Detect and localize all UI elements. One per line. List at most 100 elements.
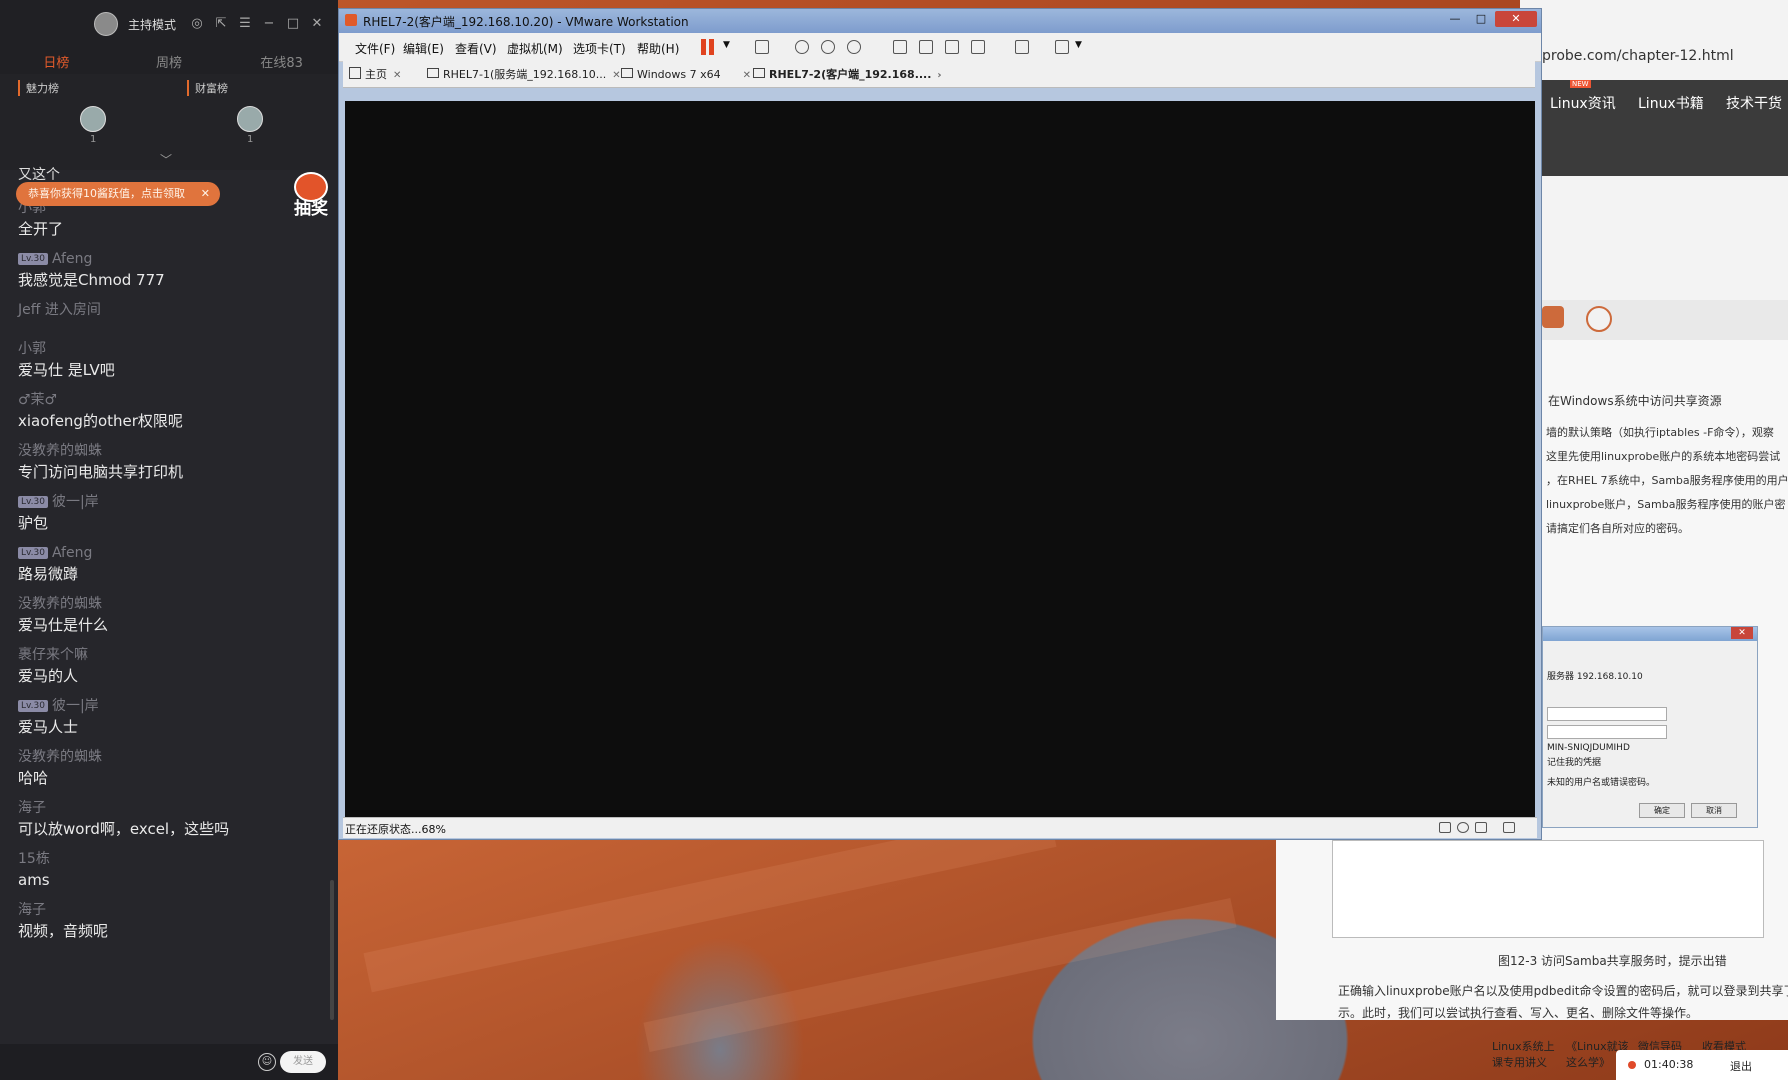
vmware-titlebar[interactable]: RHEL7-2(客户端_192.168.10.20) - VMware Work… (339, 9, 1541, 33)
vmware-app-icon (345, 14, 357, 26)
tab-weekly-rank[interactable]: 周榜 (113, 52, 226, 71)
remember-credentials-checkbox[interactable]: 记住我的凭据 (1547, 755, 1601, 768)
chat-username[interactable]: 没教养的蜘蛛 (18, 747, 312, 767)
popout-icon[interactable]: ⇱ (214, 17, 228, 31)
chat-username[interactable]: 海子 (18, 798, 312, 818)
footer-link[interactable]: 这么学》 (1566, 1054, 1610, 1070)
nav-linux-books[interactable]: Linux书籍 (1638, 93, 1704, 113)
play-icon[interactable] (1586, 306, 1612, 332)
settings-icon[interactable]: ◎ (190, 17, 204, 31)
chat-message: 小郭爱马仕 是LV吧 (0, 339, 330, 381)
close-icon[interactable]: ✕ (310, 17, 324, 31)
chat-username[interactable]: Lv.30 彼一|岸 (18, 492, 312, 512)
recording-exit-button[interactable]: 退出 (1730, 1058, 1752, 1074)
footer-link[interactable]: 课专用讲义 (1492, 1054, 1547, 1070)
tab-rhel7-1[interactable]: RHEL7-1(服务端_192.168.10... ✕ (427, 65, 621, 85)
dialog-close-icon[interactable]: ✕ (1731, 627, 1753, 639)
chat-username[interactable]: 小郭 (18, 339, 312, 359)
tab-windows7[interactable]: Windows 7 x64 ✕ (621, 65, 751, 85)
tab-close-icon[interactable]: › (937, 70, 941, 81)
host-avatar[interactable] (93, 12, 118, 36)
chat-username[interactable]: Lv.30 Afeng (18, 249, 312, 269)
dialog-server-label: 服务器 192.168.10.10 (1547, 672, 1643, 682)
dialog-cancel-button[interactable]: 取消 (1691, 803, 1737, 818)
chat-username[interactable]: 裹仔来个嘛 (18, 645, 312, 665)
toolbar-app-icon[interactable] (1542, 306, 1564, 328)
menu-file[interactable]: 文件(F) (355, 40, 395, 57)
minimize-icon[interactable]: − (262, 17, 276, 31)
tab-home[interactable]: 主页 ✕ (349, 65, 401, 85)
user-level-badge: Lv.30 (18, 547, 48, 559)
chat-scrollbar[interactable] (330, 880, 334, 1020)
address-bar-url[interactable]: probe.com/chapter-12.html (1542, 48, 1734, 64)
thumbnail-bar-icon[interactable] (919, 40, 933, 54)
pause-dropdown-icon[interactable]: ▼ (723, 40, 730, 50)
menu-vm[interactable]: 虚拟机(M) (507, 40, 563, 57)
tab-close-icon[interactable]: ✕ (612, 70, 620, 81)
revert-snapshot-icon[interactable] (821, 40, 835, 54)
chevron-down-icon[interactable]: ﹀ (160, 151, 172, 168)
chat-username[interactable]: ♂茉♂ (18, 390, 312, 410)
message-icon[interactable] (1503, 822, 1515, 833)
send-button[interactable]: 发送 (280, 1051, 326, 1073)
tab-rhel7-2[interactable]: RHEL7-2(客户端_192.168.... › (753, 65, 942, 85)
banner-close-icon[interactable]: ✕ (201, 182, 210, 206)
chat-username[interactable]: 15栋 (18, 849, 312, 869)
footer-link[interactable]: Linux系统上 (1492, 1038, 1555, 1054)
vm-display[interactable] (345, 101, 1535, 817)
menu-help[interactable]: 帮助(H) (637, 40, 679, 57)
chat-username[interactable]: Lv.30 Afeng (18, 543, 312, 563)
tab-close-icon[interactable]: ✕ (393, 70, 401, 81)
tab-daily-rank[interactable]: 日榜 (0, 52, 113, 71)
chat-message-text: 爱马人士 (18, 718, 79, 736)
pause-icon[interactable] (701, 39, 706, 55)
tab-close-icon[interactable]: ✕ (743, 70, 751, 81)
fullscreen-icon[interactable] (945, 40, 959, 54)
record-indicator-icon (1628, 1061, 1636, 1069)
snapshot-manager-icon[interactable] (847, 40, 861, 54)
username-field[interactable] (1547, 707, 1667, 721)
console-view-icon[interactable] (1015, 40, 1029, 54)
stretch-view-icon[interactable] (1055, 40, 1069, 54)
chat-message-text: 爱马仕 是LV吧 (18, 361, 115, 379)
snapshot-icon[interactable] (795, 40, 809, 54)
figure-caption: 图12-3 访问Samba共享服务时，提示出错 (1498, 954, 1727, 968)
recording-time: 01:40:38 (1644, 1058, 1694, 1071)
maximize-icon[interactable]: □ (1469, 11, 1493, 27)
chat-username[interactable]: 海子 (18, 900, 312, 920)
chat-username-text: 没教养的蜘蛛 (18, 749, 102, 765)
wealth-rank-title: 财富榜 (187, 80, 320, 96)
rank-avatar[interactable] (80, 106, 106, 132)
chat-username[interactable]: 没教养的蜘蛛 (18, 441, 312, 461)
maximize-icon[interactable]: □ (286, 17, 300, 31)
cd-drive-icon[interactable] (1457, 822, 1469, 833)
network-icon[interactable] (1475, 822, 1487, 833)
library-icon[interactable] (893, 40, 907, 54)
lottery-button[interactable]: 抽奖 (290, 172, 332, 220)
menu-tabs[interactable]: 选项卡(T) (573, 40, 626, 57)
password-field[interactable] (1547, 725, 1667, 739)
menu-icon[interactable]: ☰ (238, 17, 252, 31)
send-ctrl-alt-del-icon[interactable] (755, 40, 769, 54)
chat-username[interactable]: Jeff 进入房间 (18, 300, 312, 320)
hard-disk-icon[interactable] (1439, 822, 1451, 833)
view-dropdown-icon[interactable]: ▼ (1075, 40, 1082, 50)
chat-username[interactable]: Lv.30 彼一|岸 (18, 696, 312, 716)
dialog-ok-button[interactable]: 确定 (1639, 803, 1685, 818)
minimize-icon[interactable]: — (1443, 11, 1467, 27)
unity-icon[interactable] (971, 40, 985, 54)
emoji-icon[interactable]: ☺ (258, 1053, 276, 1071)
tab-online[interactable]: 在线83 (225, 52, 338, 71)
nav-tech-articles[interactable]: 技术干货 (1726, 93, 1782, 113)
menu-edit[interactable]: 编辑(E) (403, 40, 444, 57)
host-mode-label[interactable]: 主持模式 (128, 16, 176, 33)
close-icon[interactable]: ✕ (1495, 11, 1537, 27)
nav-linux-news[interactable]: Linux资讯 (1550, 93, 1616, 113)
rank-avatar[interactable] (237, 106, 263, 132)
dialog-error-hint: 未知的用户名或错误密码。 (1547, 778, 1656, 788)
reward-banner[interactable]: 恭喜你获得10酱跃值，点击领取 ✕ (16, 182, 220, 206)
chat-message: 海子 可以放word啊，excel，这些吗 (0, 798, 330, 840)
menu-view[interactable]: 查看(V) (455, 40, 497, 57)
reward-banner-text: 恭喜你获得10酱跃值，点击领取 (28, 187, 185, 200)
chat-username[interactable]: 没教养的蜘蛛 (18, 594, 312, 614)
